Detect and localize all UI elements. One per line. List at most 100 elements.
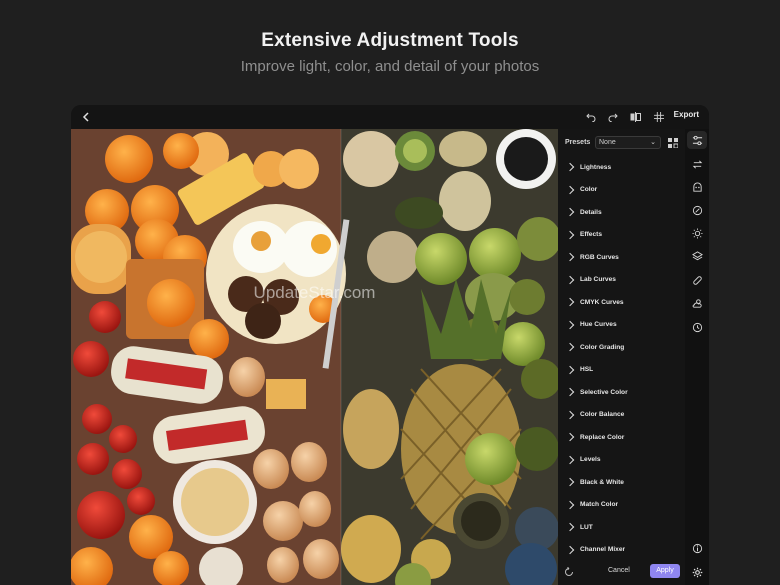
section-rgb-curves[interactable]: RGB Curves [558, 246, 685, 269]
section-label: Lab Curves [580, 276, 616, 284]
section-label: Levels [580, 456, 601, 464]
rail-button-light[interactable] [691, 227, 703, 239]
section-black-white[interactable]: Black & White [558, 471, 685, 494]
section-replace-color[interactable]: Replace Color [558, 426, 685, 449]
section-label: RGB Curves [580, 253, 619, 261]
chevron-right-icon [565, 230, 575, 239]
section-effects[interactable]: Effects [558, 224, 685, 247]
section-levels[interactable]: Levels [558, 449, 685, 472]
section-label: CMYK Curves [580, 298, 624, 306]
retouch-icon [692, 205, 702, 215]
rail-button-layers[interactable] [691, 250, 703, 262]
section-label: Color Grading [580, 343, 625, 351]
rail-button-weather[interactable] [691, 297, 703, 309]
layers-icon [691, 250, 703, 260]
section-match-color[interactable]: Match Color [558, 494, 685, 517]
rail-button-mask[interactable] [691, 181, 703, 193]
chevron-right-icon [565, 320, 575, 329]
section-label: Lightness [580, 163, 612, 171]
section-label: HSL [580, 366, 594, 374]
rail-button-heal[interactable] [691, 274, 703, 286]
section-cmyk-curves[interactable]: CMYK Curves [558, 291, 685, 314]
reset-icon[interactable] [564, 567, 574, 577]
chevron-right-icon [565, 455, 575, 464]
rail-button-transform[interactable] [691, 158, 703, 170]
rail-button-settings[interactable] [691, 566, 703, 578]
section-channel-mixer[interactable]: Channel Mixer [558, 539, 685, 562]
chevron-right-icon [565, 365, 575, 374]
section-color-grading[interactable]: Color Grading [558, 336, 685, 359]
presets-grid-icon[interactable] [668, 138, 678, 148]
top-toolbar: Export [71, 105, 709, 129]
section-lab-curves[interactable]: Lab Curves [558, 269, 685, 292]
info-icon [692, 543, 702, 553]
section-color-balance[interactable]: Color Balance [558, 404, 685, 427]
section-label: Effects [580, 231, 602, 239]
section-label: Replace Color [580, 433, 625, 441]
bandage-icon [692, 275, 702, 285]
rail-button-info[interactable] [691, 542, 703, 554]
mask-icon [692, 181, 702, 192]
light-icon [691, 227, 703, 239]
section-label: Hue Curves [580, 321, 617, 329]
section-hsl[interactable]: HSL [558, 359, 685, 382]
chevron-right-icon [565, 433, 575, 442]
presets-dropdown[interactable]: None ⌄ [595, 136, 661, 149]
chevron-right-icon [565, 500, 575, 509]
adjustments-panel: Presets None ⌄ Lightness Color Details E… [558, 129, 685, 585]
section-label: Selective Color [580, 388, 628, 396]
undo-icon [586, 113, 596, 122]
section-label: Black & White [580, 478, 624, 486]
editor-window: Export UpdateStar.com Presets None ⌄ Lig… [71, 105, 709, 585]
chevron-right-icon [565, 410, 575, 419]
presets-row: Presets None ⌄ [558, 129, 685, 157]
panel-footer: Cancel Apply [558, 559, 685, 585]
chevron-right-icon [565, 298, 575, 307]
grid-button[interactable] [652, 109, 666, 125]
section-label: LUT [580, 523, 593, 531]
section-lightness[interactable]: Lightness [558, 156, 685, 179]
section-details[interactable]: Details [558, 201, 685, 224]
rail-button-adjust[interactable] [687, 131, 707, 149]
redo-icon [608, 113, 618, 122]
grid-icon [654, 112, 664, 122]
section-hue-curves[interactable]: Hue Curves [558, 314, 685, 337]
chevron-right-icon [565, 523, 575, 532]
apply-button[interactable]: Apply [650, 564, 680, 578]
chevron-right-icon [565, 208, 575, 217]
transform-icon [692, 160, 702, 168]
sliders-icon [692, 135, 702, 145]
chevron-right-icon [565, 343, 575, 352]
compare-icon [630, 112, 641, 122]
rail-button-retouch[interactable] [691, 204, 703, 216]
section-lut[interactable]: LUT [558, 516, 685, 539]
photo-canvas[interactable]: UpdateStar.com [71, 129, 558, 585]
compare-button[interactable] [628, 109, 642, 125]
section-label: Color [580, 186, 598, 194]
undo-button[interactable] [584, 109, 598, 125]
chevron-right-icon [565, 545, 575, 554]
chevron-right-icon [565, 185, 575, 194]
chevron-down-icon: ⌄ [650, 139, 656, 146]
section-label: Channel Mixer [580, 546, 626, 554]
section-color[interactable]: Color [558, 179, 685, 202]
presets-selected-value: None [599, 139, 616, 146]
back-button[interactable] [79, 109, 93, 125]
chevron-right-icon [565, 163, 575, 172]
section-label: Details [580, 208, 602, 216]
rail-button-history[interactable] [691, 321, 703, 333]
section-selective-color[interactable]: Selective Color [558, 381, 685, 404]
export-button[interactable]: Export [674, 110, 699, 119]
settings-icon [692, 567, 702, 577]
history-icon [692, 322, 702, 332]
chevron-right-icon [565, 253, 575, 262]
section-label: Color Balance [580, 411, 625, 419]
section-label: Match Color [580, 501, 619, 509]
food-photo [71, 129, 558, 585]
redo-button[interactable] [606, 109, 620, 125]
cancel-button[interactable]: Cancel [608, 567, 630, 574]
weather-icon [692, 298, 702, 308]
presets-label: Presets [565, 139, 591, 146]
chevron-left-icon [82, 112, 89, 122]
page-subtitle: Improve light, color, and detail of your… [240, 58, 540, 75]
